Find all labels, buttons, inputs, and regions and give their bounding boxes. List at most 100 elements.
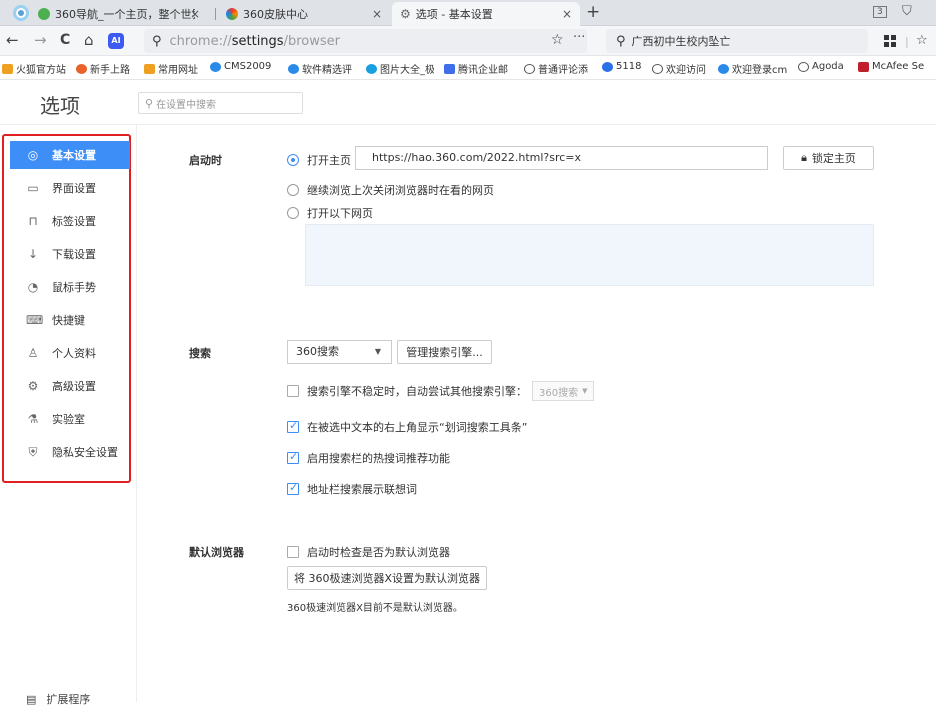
forward-button[interactable]: → xyxy=(34,31,47,49)
default-browser-status: 360极速浏览器X目前不是默认浏览器。 xyxy=(287,603,463,614)
bookmark-item[interactable]: 欢迎访问 xyxy=(652,61,706,76)
sidebar-item-download[interactable]: ↓ 下载设置 xyxy=(10,240,130,268)
gear-icon: ⚙ xyxy=(27,379,39,393)
page-title: 选项 xyxy=(40,94,80,118)
sidebar-item-shortcuts[interactable]: ⌨ 快捷键 xyxy=(10,306,130,334)
radio-selected-icon xyxy=(287,154,299,166)
tab-strip: 360导航_一个主页，整个世界 × 360皮肤中心 × ⚙ 选项 - 基本设置 … xyxy=(0,0,936,26)
checkbox-checked-icon xyxy=(287,481,299,495)
bookmark-star-icon[interactable]: ☆ xyxy=(551,32,564,48)
bookmark-item[interactable]: 火狐官方站 xyxy=(2,61,66,76)
user-icon: ♙ xyxy=(27,346,39,360)
keyboard-icon: ⌨ xyxy=(26,313,44,327)
target-icon: ◎ xyxy=(27,148,39,162)
back-button[interactable]: ← xyxy=(6,31,19,49)
settings-header: 选项 ⚲ 在设置中搜索 xyxy=(0,81,936,125)
toolbar-divider: | xyxy=(905,35,909,48)
lock-icon: 🔒︎ xyxy=(801,151,807,164)
radio-continue-last[interactable]: 继续浏览上次关闭浏览器时在看的网页 xyxy=(287,182,494,198)
tab-close-icon[interactable]: × xyxy=(190,7,200,21)
search-icon: ⚲ xyxy=(152,33,162,49)
settings-content: 启动时 打开主页 https://hao.360.com/2022.html?s… xyxy=(137,125,936,702)
sidebar-item-advanced[interactable]: ⚙ 高级设置 xyxy=(10,372,130,400)
sidebar-item-privacy[interactable]: ⛨ 隐私安全设置 xyxy=(10,438,130,466)
checkbox-unchecked-icon xyxy=(287,385,299,397)
tab-icon: ⊓ xyxy=(28,214,38,228)
manage-search-engines-button[interactable]: 管理搜索引擎... xyxy=(397,340,492,364)
checkbox-selection-toolbar[interactable]: 在被选中文本的右上角显示“划词搜索工具条” xyxy=(287,419,527,435)
shield-icon: ⛨ xyxy=(28,444,38,459)
radio-unselected-icon xyxy=(287,207,299,219)
sidebar-item-interface[interactable]: ▭ 界面设置 xyxy=(10,174,130,202)
checkbox-address-suggest[interactable]: 地址栏搜索展示联想词 xyxy=(287,481,417,497)
bookmark-item[interactable]: 普通评论添 xyxy=(524,61,588,76)
download-icon: ↓ xyxy=(27,247,39,261)
bookmark-item[interactable]: 新手上路 xyxy=(76,61,130,76)
checkbox-checked-icon xyxy=(287,419,299,433)
search-engine-select[interactable]: 360搜索 ▼ xyxy=(287,340,392,364)
window-icon: ▭ xyxy=(27,181,39,195)
startup-section-label: 启动时 xyxy=(189,154,222,167)
bookmarks-bar: 火狐官方站 新手上路 常用网址 CMS2009 软件精选评 图片大全_极 腾讯企… xyxy=(0,56,936,80)
sidebar-item-lab[interactable]: ⚗ 实验室 xyxy=(10,405,130,433)
extensions-icon: ▤ xyxy=(26,692,37,706)
tab-skin-center[interactable]: 360皮肤中心 × xyxy=(218,2,390,26)
tab-360-nav[interactable]: 360导航_一个主页，整个世界 × xyxy=(30,2,208,26)
chevron-down-icon: ▼ xyxy=(374,347,381,356)
ai-button[interactable]: AI xyxy=(108,33,124,49)
sidebar-item-extensions[interactable]: ▤ 扩展程序 xyxy=(26,691,90,707)
startup-pages-list[interactable] xyxy=(305,224,874,286)
settings-sidebar: ◎ 基本设置 ▭ 界面设置 ⊓ 标签设置 ↓ 下载设置 ◔ 鼠标手势 ⌨ 快捷键 ♙ 个人资料… xyxy=(0,125,137,702)
bookmark-item[interactable]: 软件精选评 xyxy=(288,61,352,76)
fallback-engine-select: 360搜索 ▼ xyxy=(532,381,595,401)
radio-open-homepage[interactable]: 打开主页 xyxy=(287,152,351,168)
radio-open-pages[interactable]: 打开以下网页 xyxy=(287,205,373,221)
bookmark-item[interactable]: CMS2009 xyxy=(210,61,271,72)
more-button[interactable]: ··· xyxy=(573,30,585,45)
sidebar-item-tabs[interactable]: ⊓ 标签设置 xyxy=(10,207,130,235)
flask-icon: ⚗ xyxy=(27,412,39,426)
search-icon: ⚲ xyxy=(616,33,626,49)
bookmark-item[interactable]: Agoda xyxy=(798,61,844,72)
tab-settings[interactable]: ⚙ 选项 - 基本设置 × xyxy=(392,2,580,26)
sidebar-item-mouse-gesture[interactable]: ◔ 鼠标手势 xyxy=(10,273,130,301)
search-section-label: 搜索 xyxy=(189,347,211,360)
tab-close-icon[interactable]: × xyxy=(562,7,572,21)
bookmark-item[interactable]: 5118 xyxy=(602,61,641,72)
navigation-bar: ← → C ⌂ AI ⚲ chrome://settings/browser ☆… xyxy=(0,26,936,56)
sidebar-item-basic[interactable]: ◎ 基本设置 xyxy=(10,141,130,169)
gear-icon: ⚙ xyxy=(400,7,411,21)
browser-logo-icon[interactable] xyxy=(12,4,30,22)
settings-search-input[interactable]: ⚲ 在设置中搜索 xyxy=(138,92,303,114)
chevron-down-icon: ▼ xyxy=(582,387,588,395)
bookmark-item[interactable]: McAfee Se xyxy=(858,61,924,72)
checkbox-hot-words[interactable]: 启用搜索栏的热搜词推荐功能 xyxy=(287,450,450,466)
favorites-list-icon[interactable]: ☆ xyxy=(916,32,928,50)
reload-button[interactable]: C xyxy=(60,31,70,49)
bookmark-item[interactable]: 常用网址 xyxy=(144,61,198,76)
lock-homepage-button[interactable]: 🔒︎ 锁定主页 xyxy=(783,146,874,170)
bookmark-item[interactable]: 图片大全_极 xyxy=(366,61,434,76)
apps-grid-icon[interactable] xyxy=(884,35,896,47)
homepage-url-input[interactable]: https://hao.360.com/2022.html?src=x xyxy=(355,146,768,170)
address-bar[interactable]: ⚲ chrome://settings/browser xyxy=(144,29,587,53)
home-button[interactable]: ⌂ xyxy=(84,31,94,49)
skin-favicon-icon xyxy=(226,8,238,20)
tab-count-badge[interactable]: 3 xyxy=(873,6,887,18)
tab-close-icon[interactable]: × xyxy=(372,7,382,21)
sidebar-item-profile[interactable]: ♙ 个人资料 xyxy=(10,339,130,367)
bookmark-item[interactable]: 欢迎登录cm xyxy=(718,61,787,76)
search-box[interactable]: ⚲ 广西初中生校内坠亡 xyxy=(606,29,868,53)
shirt-skin-icon[interactable]: ⛉ xyxy=(902,4,912,19)
bookmark-item[interactable]: 腾讯企业邮 xyxy=(444,61,508,76)
search-icon: ⚲ xyxy=(145,96,154,110)
mouse-icon: ◔ xyxy=(27,280,39,294)
set-default-browser-button[interactable]: 将 360极速浏览器X设置为默认浏览器 xyxy=(287,566,487,590)
default-browser-section-label: 默认浏览器 xyxy=(189,546,244,559)
radio-unselected-icon xyxy=(287,184,299,196)
checkbox-check-default[interactable]: 启动时检查是否为默认浏览器 xyxy=(287,544,450,560)
checkbox-fallback-engine[interactable]: 搜索引擎不稳定时，自动尝试其他搜索引擎： 360搜索 ▼ xyxy=(287,381,595,401)
checkbox-unchecked-icon xyxy=(287,546,299,558)
new-tab-button[interactable]: + xyxy=(586,2,600,22)
tab-divider xyxy=(215,8,216,20)
